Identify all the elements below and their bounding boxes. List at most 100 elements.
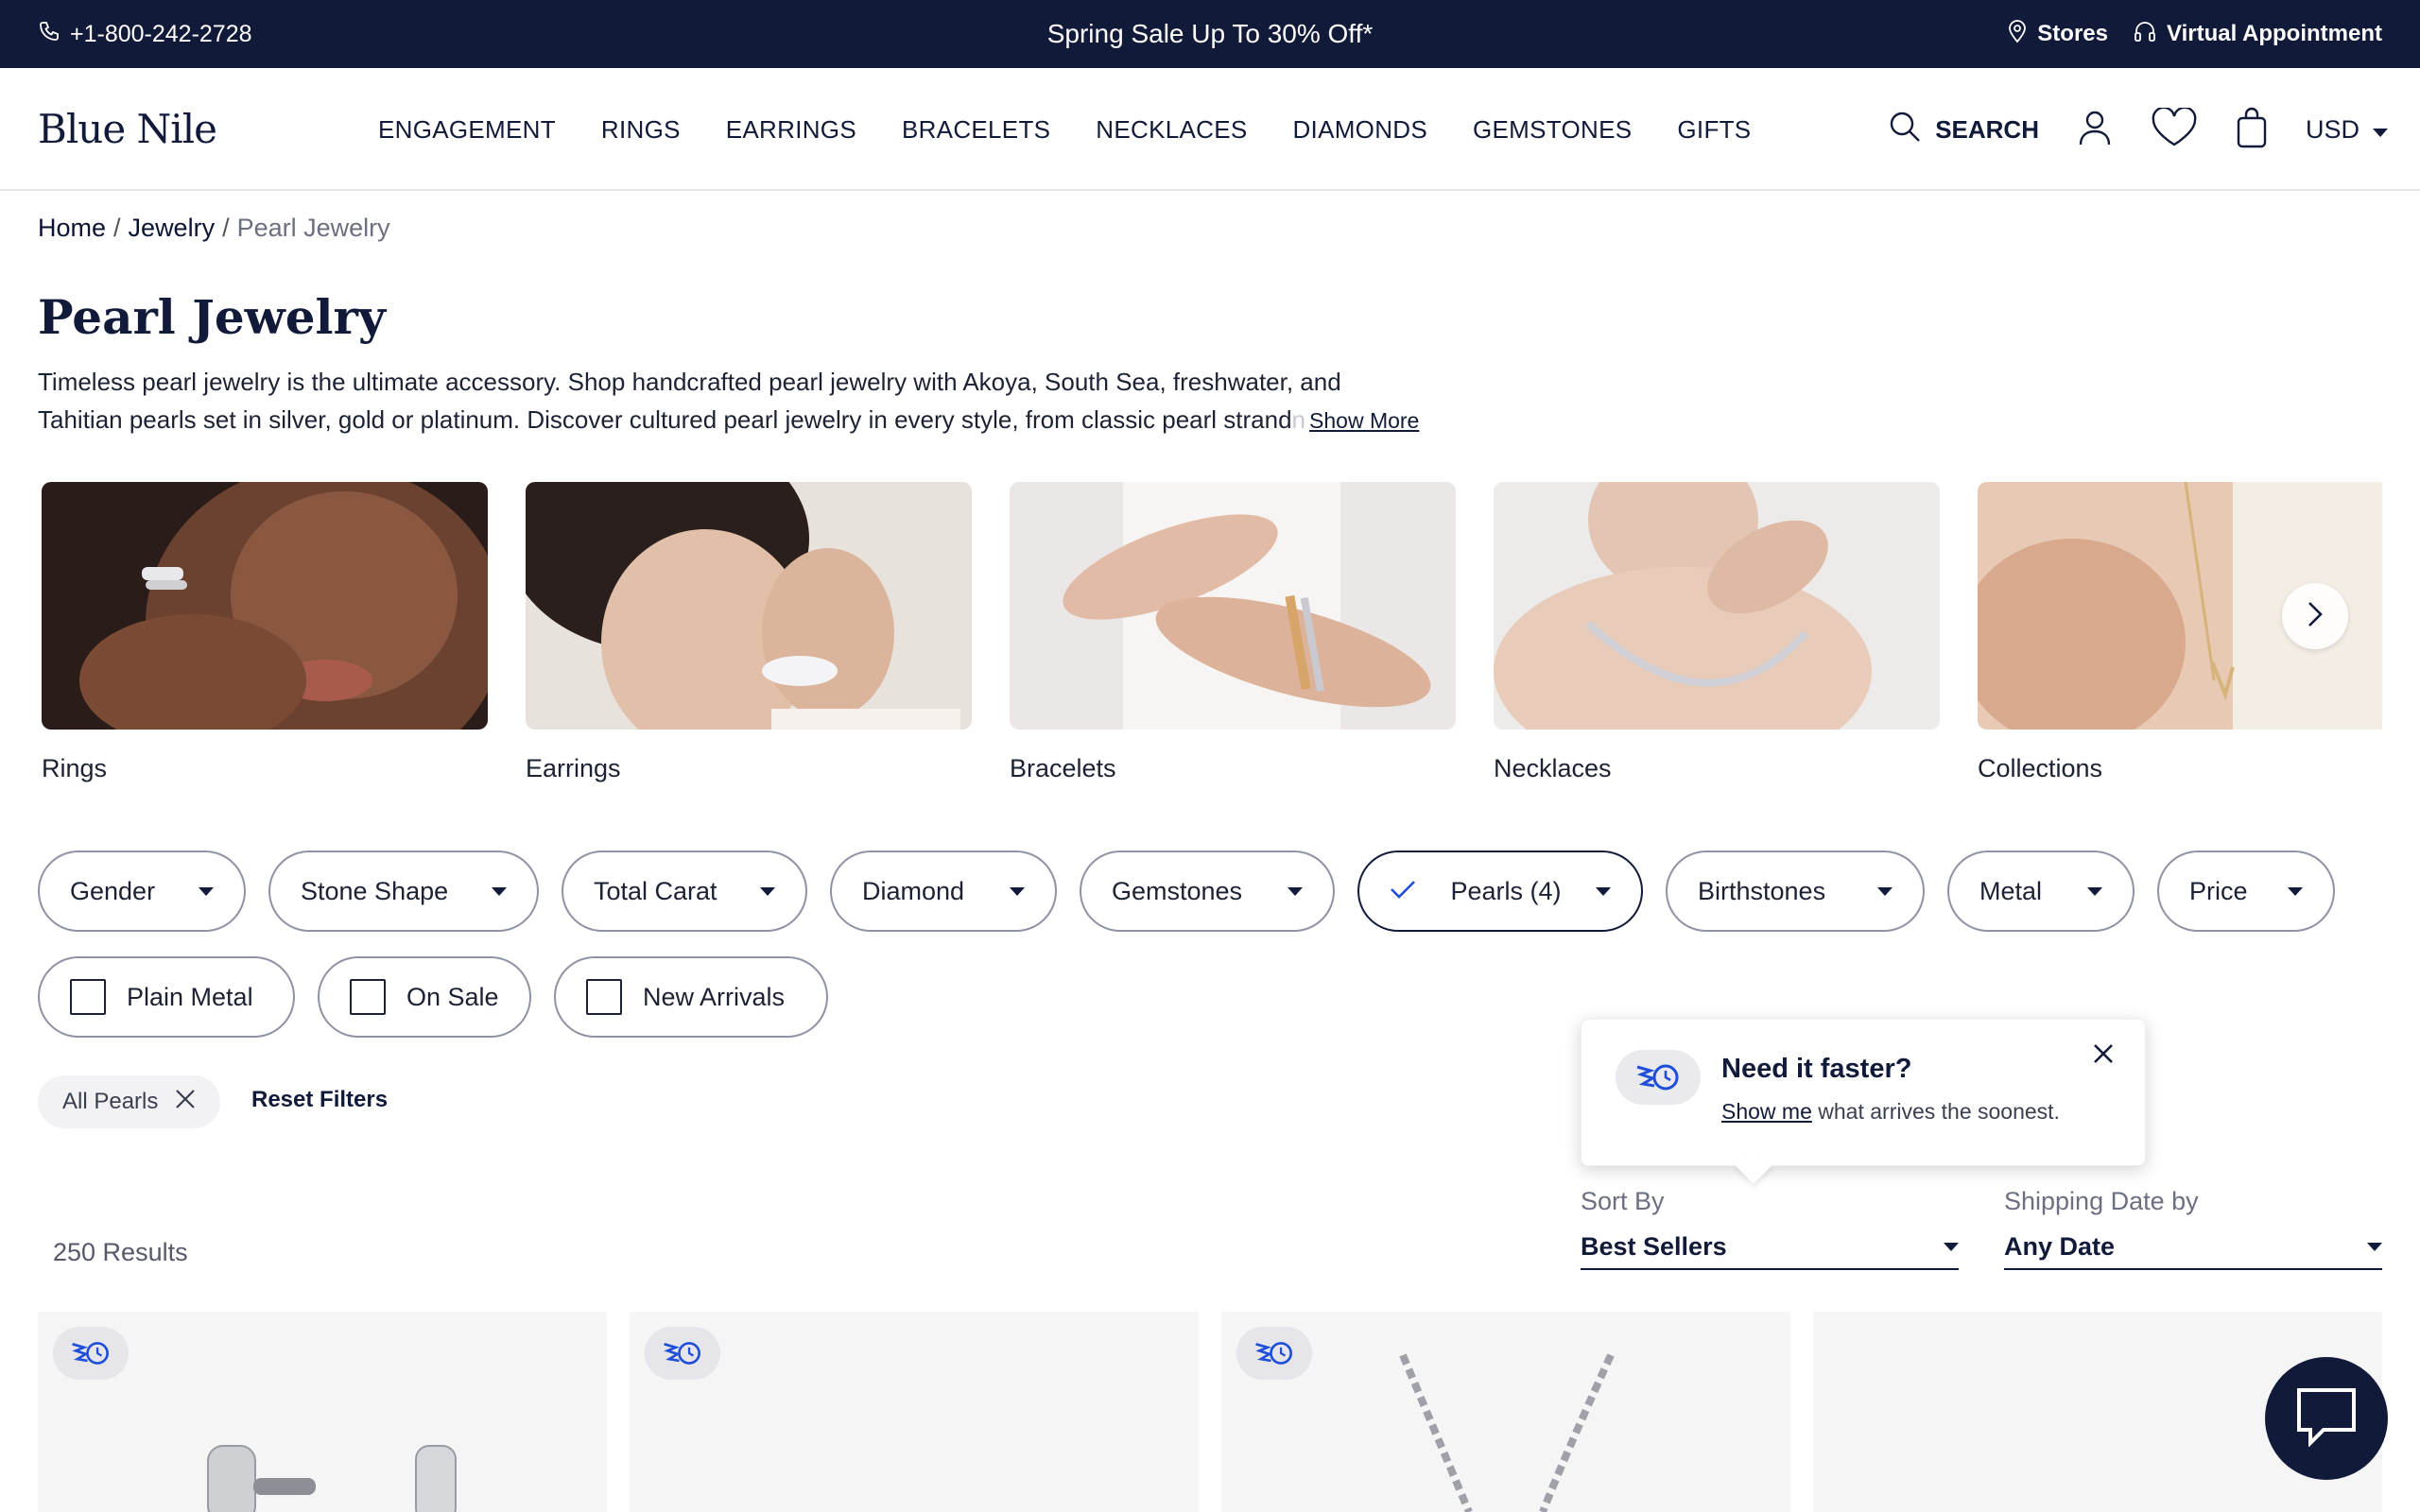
category-image-bracelets [1010, 482, 1456, 730]
nav-gifts[interactable]: GIFTS [1677, 115, 1751, 145]
sort-by-value: Best Sellers [1581, 1231, 1727, 1261]
filter-total-carat[interactable]: Total Carat [562, 850, 807, 932]
close-icon [2092, 1042, 2115, 1070]
new-arrivals-checkbox[interactable] [586, 979, 622, 1015]
breadcrumb-current: Pearl Jewelry [236, 214, 390, 242]
chevron-down-icon [1288, 886, 1303, 896]
chevron-down-icon [1596, 886, 1611, 896]
popover-close-button[interactable] [2086, 1039, 2120, 1073]
filter-label: Total Carat [594, 876, 717, 905]
filter-label: Metal [1979, 876, 2043, 905]
site-header: Blue Nile ENGAGEMENT RINGS EARRINGS BRAC… [0, 68, 2420, 191]
category-image-earrings [526, 482, 972, 730]
toggle-new-arrivals[interactable]: New Arrivals [554, 956, 828, 1038]
on-sale-checkbox[interactable] [350, 979, 386, 1015]
carousel-next-button[interactable] [2282, 583, 2348, 649]
chevron-down-icon [2288, 886, 2303, 896]
filter-gender[interactable]: Gender [38, 850, 246, 932]
category-image-necklaces [1494, 482, 1940, 730]
virtual-appointment-link[interactable]: Virtual Appointment [2133, 19, 2382, 50]
popover-title: Need it faster? [1721, 1054, 1912, 1084]
breadcrumb: Home / Jewelry / Pearl Jewelry [38, 214, 390, 243]
filter-label: Gemstones [1112, 876, 1243, 905]
sort-by-label: Sort By [1581, 1187, 1665, 1215]
category-card-earrings[interactable]: Earrings [526, 482, 972, 783]
show-more-link[interactable]: Show More [1309, 402, 1419, 439]
promo-text[interactable]: Spring Sale Up To 30% Off* [1047, 19, 1374, 49]
chevron-down-icon [2373, 115, 2388, 145]
product-tile[interactable] [630, 1312, 1199, 1512]
filter-gemstones[interactable]: Gemstones [1080, 850, 1335, 932]
show-me-link[interactable]: Show me [1721, 1099, 1812, 1124]
fast-shipping-icon [645, 1327, 720, 1380]
popover-body-text: what arrives the soonest. [1811, 1099, 2060, 1124]
filter-price[interactable]: Price [2157, 850, 2335, 932]
breadcrumb-home[interactable]: Home [38, 214, 106, 243]
currency-selector[interactable]: USD [2306, 115, 2388, 145]
wishlist-heart-icon[interactable] [2151, 106, 2198, 152]
account-icon[interactable] [2077, 109, 2113, 151]
chevron-down-icon [760, 886, 775, 896]
toggle-on-sale[interactable]: On Sale [318, 956, 531, 1038]
filter-birthstones[interactable]: Birthstones [1666, 850, 1925, 932]
reset-filters-button[interactable]: Reset Filters [251, 1087, 388, 1113]
category-image-rings [42, 482, 488, 730]
shipping-date-label: Shipping Date by [2004, 1187, 2199, 1215]
search-button[interactable]: SEARCH [1888, 110, 2039, 150]
toggle-label: Plain Metal [127, 982, 253, 1011]
filter-diamond[interactable]: Diamond [830, 850, 1057, 932]
category-label: Necklaces [1494, 754, 1612, 782]
site-logo[interactable]: Blue Nile [38, 106, 217, 152]
filter-label: Pearls (4) [1450, 876, 1562, 905]
chat-button[interactable] [2265, 1357, 2388, 1480]
plain-metal-checkbox[interactable] [70, 979, 106, 1015]
category-label: Rings [42, 754, 108, 782]
chevron-down-icon [1877, 886, 1893, 896]
results-count: 250 Results [53, 1238, 188, 1266]
chat-bubble-icon [2295, 1386, 2358, 1452]
breadcrumb-jewelry[interactable]: Jewelry [129, 214, 216, 243]
filter-label: Gender [70, 876, 156, 905]
phone-number: +1-800-242-2728 [70, 20, 252, 47]
description-line-2: Tahitian pearls set in silver, gold or p… [38, 405, 1292, 434]
sort-by-select[interactable]: Best Sellers [1581, 1225, 1959, 1270]
category-card-rings[interactable]: Rings [42, 482, 488, 783]
fast-shipping-icon [1616, 1050, 1701, 1105]
nav-engagement[interactable]: ENGAGEMENT [378, 115, 556, 145]
chevron-down-icon [199, 886, 214, 896]
close-icon[interactable] [175, 1089, 196, 1116]
nav-bracelets[interactable]: BRACELETS [902, 115, 1050, 145]
shopping-bag-icon[interactable] [2236, 107, 2268, 153]
toggle-label: On Sale [406, 982, 499, 1011]
filter-label: Diamond [862, 876, 965, 905]
popover-arrow [1735, 1146, 1772, 1184]
nav-diamonds[interactable]: DIAMONDS [1292, 115, 1427, 145]
category-card-bracelets[interactable]: Bracelets [1010, 482, 1456, 783]
nav-necklaces[interactable]: NECKLACES [1096, 115, 1247, 145]
fast-shipping-popover: Need it faster? Show me what arrives the… [1581, 1019, 2146, 1184]
nav-rings[interactable]: RINGS [601, 115, 681, 145]
toggle-plain-metal[interactable]: Plain Metal [38, 956, 295, 1038]
main-nav: ENGAGEMENT RINGS EARRINGS BRACELETS NECK… [378, 68, 1751, 191]
product-tile[interactable] [1221, 1312, 1790, 1512]
stores-link[interactable]: Stores [2007, 19, 2108, 50]
category-card-necklaces[interactable]: Necklaces [1494, 482, 1940, 783]
applied-filter-tag[interactable]: All Pearls [38, 1075, 221, 1128]
breadcrumb-separator: / [113, 214, 121, 242]
search-icon [1888, 110, 1922, 150]
stores-label: Stores [2037, 21, 2108, 46]
category-label: Earrings [526, 754, 621, 782]
filter-metal[interactable]: Metal [1947, 850, 2135, 932]
category-label: Bracelets [1010, 754, 1116, 782]
filter-stone-shape[interactable]: Stone Shape [268, 850, 539, 932]
nav-gemstones[interactable]: GEMSTONES [1473, 115, 1632, 145]
nav-earrings[interactable]: EARRINGS [726, 115, 856, 145]
filter-pearls[interactable]: Pearls (4) [1357, 850, 1643, 932]
category-description: Timeless pearl jewelry is the ultimate a… [38, 363, 1588, 439]
phone-link[interactable]: +1-800-242-2728 [38, 0, 252, 68]
product-tile[interactable] [38, 1312, 607, 1512]
breadcrumb-separator: / [222, 214, 230, 242]
virtual-appointment-label: Virtual Appointment [2167, 21, 2382, 46]
chevron-down-icon [492, 886, 507, 896]
shipping-date-select[interactable]: Any Date [2004, 1225, 2382, 1270]
